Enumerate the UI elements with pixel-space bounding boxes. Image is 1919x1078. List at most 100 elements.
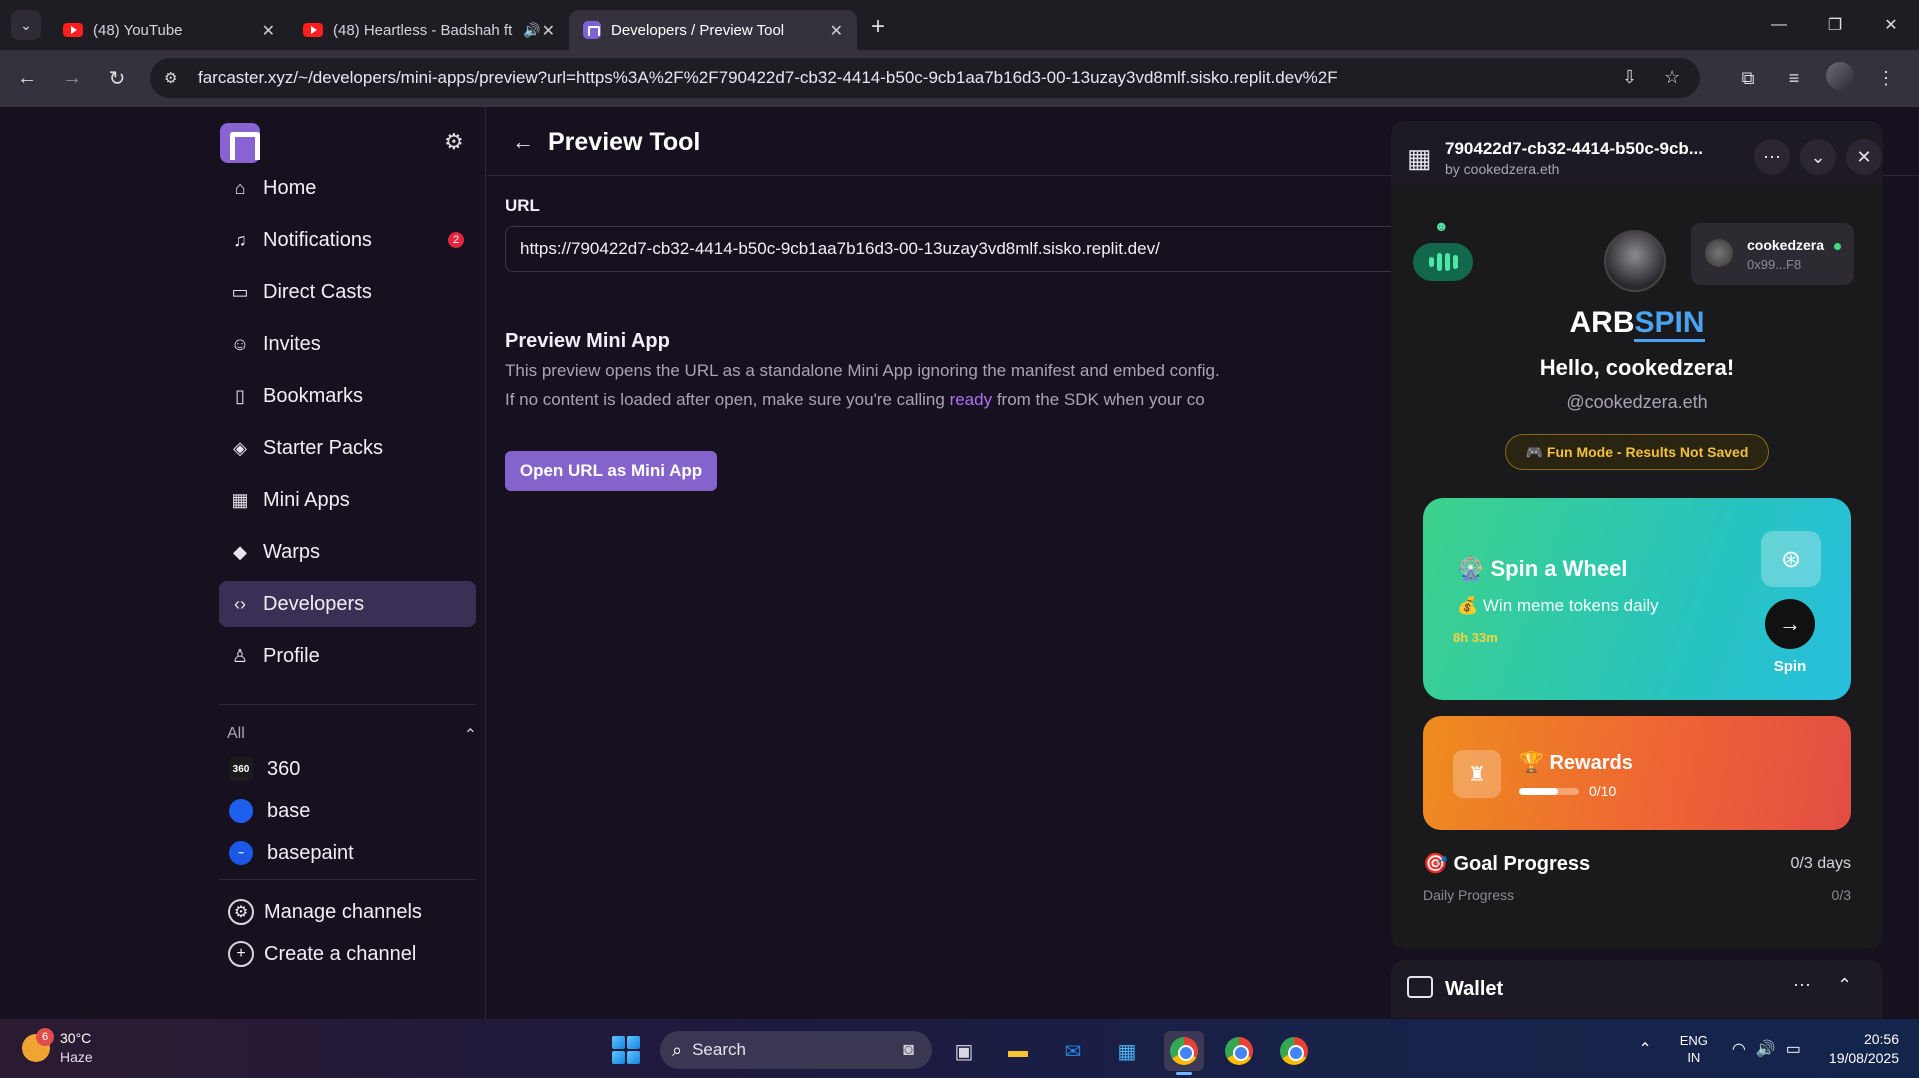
tab-heartless[interactable]: (48) Heartless - Badshah ft. 🔊 ✕ bbox=[289, 10, 569, 50]
divider bbox=[219, 879, 476, 880]
toolbar-icons: ⧉ ≡ ⋮ bbox=[1725, 50, 1909, 107]
user-chip[interactable]: cookedzera 0x99...F8 bbox=[1691, 223, 1854, 285]
nav-bookmarks[interactable]: ▯ Bookmarks bbox=[219, 373, 476, 419]
outlook-icon[interactable]: ✉ bbox=[1053, 1031, 1093, 1071]
close-tab-icon[interactable]: ✕ bbox=[830, 21, 843, 41]
nav-invites[interactable]: ☺ Invites bbox=[219, 321, 476, 367]
taskbar-search[interactable]: ⌕ Search ◙ bbox=[660, 1031, 932, 1069]
weather-sun-icon: 6 bbox=[22, 1028, 54, 1062]
close-tab-icon[interactable]: ✕ bbox=[542, 21, 555, 41]
chrome-profile-2-taskbar-icon[interactable] bbox=[1219, 1031, 1259, 1071]
wallet-label: Wallet bbox=[1445, 978, 1504, 1000]
wifi-icon[interactable]: ◠ bbox=[1732, 1039, 1746, 1059]
chrome-icon bbox=[1225, 1037, 1253, 1065]
channel-base[interactable]: base bbox=[229, 790, 479, 832]
nav-developers[interactable]: ‹› Developers bbox=[219, 581, 476, 627]
spin-wheel-card[interactable]: 🎡 Spin a Wheel 💰 Win meme tokens daily 8… bbox=[1423, 498, 1851, 700]
apps-grid-icon[interactable]: ▦ bbox=[1407, 143, 1432, 174]
channels-section-header[interactable]: All ⌃ bbox=[227, 725, 477, 745]
nav-profile[interactable]: ♙ Profile bbox=[219, 633, 476, 679]
nav-home[interactable]: ⌂ Home bbox=[219, 165, 476, 211]
mini-app-header: ▦ 790422d7-cb32-4414-b50c-9cb... by cook… bbox=[1391, 121, 1883, 185]
wallet-bar[interactable]: Wallet ⋯ ⌃ bbox=[1391, 960, 1883, 1018]
gear-icon: ⚙ bbox=[228, 899, 254, 925]
main-nav: ⌂ Home ♫ Notifications 2 ▭ Direct Casts ☺ Inv… bbox=[219, 159, 476, 679]
chevron-up-icon[interactable]: ⌃ bbox=[464, 725, 477, 745]
new-tab-button[interactable]: + bbox=[871, 13, 885, 41]
tab-search-button[interactable]: ⌄ bbox=[11, 10, 41, 40]
close-tab-icon[interactable]: ✕ bbox=[262, 21, 275, 41]
nav-warps[interactable]: ◆ Warps bbox=[219, 529, 476, 575]
manage-channels-button[interactable]: ⚙ Manage channels bbox=[228, 891, 478, 933]
chevron-down-icon[interactable]: ⌄ bbox=[1800, 139, 1836, 175]
trophy-icon: ♜ bbox=[1453, 750, 1501, 798]
create-channel-button[interactable]: + Create a channel bbox=[228, 933, 478, 975]
bell-icon: ♫ bbox=[233, 229, 247, 250]
rewards-card[interactable]: ♜ 🏆 Rewards 0/10 bbox=[1423, 716, 1851, 830]
address-text[interactable]: farcaster.xyz/~/developers/mini-apps/pre… bbox=[198, 68, 1338, 88]
open-url-as-mini-app-button[interactable]: Open URL as Mini App bbox=[505, 451, 717, 491]
task-view-icon[interactable]: ▣ bbox=[944, 1031, 984, 1071]
extensions-icon[interactable]: ⧉ bbox=[1725, 68, 1771, 89]
chevron-up-icon[interactable]: ⌃ bbox=[1837, 975, 1852, 996]
spin-label: Spin bbox=[1773, 658, 1807, 675]
taskbar: 6 30°C Haze ⌕ Search ◙ ▣ ▬ ✉ ▦ ⌃ ENG IN ◠… bbox=[0, 1019, 1919, 1078]
more-options-icon[interactable]: ⋯ bbox=[1754, 139, 1790, 175]
microsoft-store-icon[interactable]: ▦ bbox=[1107, 1031, 1147, 1071]
channel-base-icon bbox=[229, 799, 253, 823]
chrome-icon bbox=[1280, 1037, 1308, 1065]
site-info-icon[interactable]: ⚙ bbox=[164, 69, 186, 87]
channel-basepaint[interactable]: ~ basepaint bbox=[229, 832, 479, 874]
windows-start-icon[interactable] bbox=[612, 1036, 640, 1064]
bookmark-star-icon[interactable]: ☆ bbox=[1664, 67, 1680, 88]
sound-wave-icon[interactable] bbox=[1413, 243, 1473, 281]
chrome-taskbar-icon[interactable] bbox=[1164, 1031, 1204, 1075]
profile-avatar[interactable] bbox=[1817, 62, 1863, 95]
chrome-icon bbox=[1170, 1037, 1198, 1065]
language-indicator[interactable]: ENG IN bbox=[1680, 1032, 1708, 1066]
clock[interactable]: 20:56 19/08/2025 bbox=[1829, 1030, 1899, 1068]
rewards-progress-bar bbox=[1519, 788, 1579, 795]
back-icon[interactable]: ← bbox=[9, 67, 45, 90]
audio-playing-icon[interactable]: 🔊 bbox=[523, 22, 540, 39]
chrome-profile-3-taskbar-icon[interactable] bbox=[1274, 1031, 1314, 1071]
forward-icon[interactable]: → bbox=[54, 67, 90, 90]
restore-icon[interactable]: ❐ bbox=[1807, 15, 1863, 35]
volume-icon[interactable]: 🔊 bbox=[1756, 1039, 1776, 1059]
close-window-icon[interactable]: ✕ bbox=[1863, 15, 1919, 35]
more-options-icon[interactable]: ⋯ bbox=[1793, 975, 1811, 996]
farcaster-logo[interactable] bbox=[220, 123, 260, 163]
spin-arrow-button[interactable]: → bbox=[1765, 599, 1815, 649]
rewards-progress-fill bbox=[1519, 788, 1558, 795]
battery-icon[interactable]: ▭ bbox=[1786, 1039, 1801, 1059]
weather-condition: Haze bbox=[60, 1049, 93, 1065]
ready-link[interactable]: ready bbox=[950, 390, 993, 409]
daily-progress-label: Daily Progress bbox=[1423, 887, 1515, 903]
divider bbox=[219, 704, 476, 705]
nav-direct-casts[interactable]: ▭ Direct Casts bbox=[219, 269, 476, 315]
channel-360[interactable]: 360 360 bbox=[229, 748, 479, 790]
show-hidden-icons[interactable]: ⌃ bbox=[1638, 1039, 1651, 1059]
file-explorer-icon[interactable]: ▬ bbox=[998, 1031, 1038, 1071]
preview-description: This preview opens the URL as a standalo… bbox=[505, 361, 1220, 380]
spin-subtitle: 💰 Win meme tokens daily bbox=[1457, 596, 1659, 615]
minimize-icon[interactable]: — bbox=[1751, 16, 1807, 34]
tab-developers[interactable]: Developers / Preview Tool ✕ bbox=[569, 10, 857, 50]
online-status-dot bbox=[1834, 243, 1841, 250]
close-icon[interactable]: ✕ bbox=[1846, 139, 1882, 175]
tab-youtube[interactable]: (48) YouTube ✕ bbox=[49, 10, 289, 50]
nav-mini-apps[interactable]: ▦ Mini Apps bbox=[219, 477, 476, 523]
media-control-icon[interactable]: ≡ bbox=[1771, 68, 1817, 89]
nav-notifications[interactable]: ♫ Notifications 2 bbox=[219, 217, 476, 263]
url-input[interactable]: https://790422d7-cb32-4414-b50c-9cb1aa7b… bbox=[505, 226, 1405, 272]
plus-icon: + bbox=[228, 941, 254, 967]
nav-starter-packs[interactable]: ◈ Starter Packs bbox=[219, 425, 476, 471]
omnibox[interactable]: ⚙ farcaster.xyz/~/developers/mini-apps/p… bbox=[150, 58, 1700, 98]
settings-gear-icon[interactable]: ⚙ bbox=[444, 129, 464, 155]
reload-icon[interactable]: ↻ bbox=[99, 66, 135, 91]
weather-widget[interactable]: 6 30°C Haze bbox=[22, 1028, 93, 1067]
install-app-icon[interactable]: ⇩ bbox=[1622, 67, 1637, 88]
notification-badge: 2 bbox=[448, 232, 464, 248]
menu-icon[interactable]: ⋮ bbox=[1863, 68, 1909, 89]
back-arrow-icon[interactable]: ← bbox=[512, 129, 534, 155]
